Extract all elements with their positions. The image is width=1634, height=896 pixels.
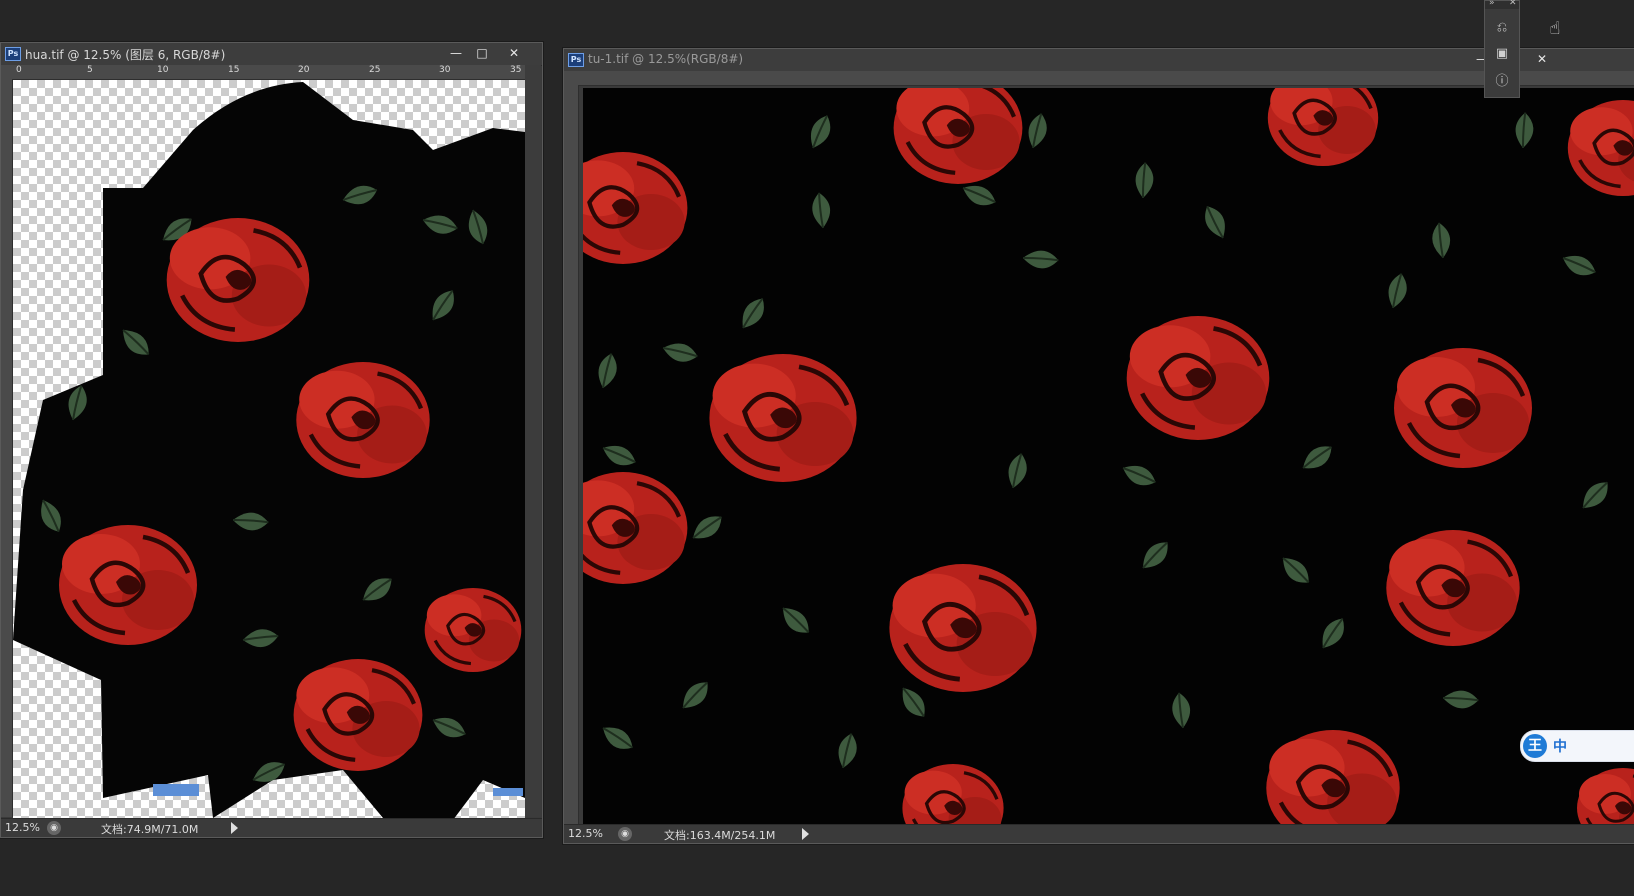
zoom-level[interactable]: 12.5% (568, 827, 603, 840)
horizontal-ruler[interactable] (578, 71, 1634, 86)
ruler-tick: 20 (298, 65, 310, 75)
document-size-info[interactable]: 文档:163.4M/254.1M (664, 827, 775, 843)
close-button[interactable]: ✕ (1530, 51, 1554, 68)
window-titlebar[interactable]: Ps hua.tif @ 12.5% (图层 6, RGB/8#) — □ ✕ (1, 43, 542, 66)
pattern-artwork (583, 88, 1634, 824)
vertical-scrollbar[interactable] (525, 65, 541, 817)
ruler-tick: 10 (157, 65, 169, 75)
zoom-level[interactable]: 12.5% (5, 821, 40, 834)
close-icon[interactable]: ✕ (1509, 0, 1517, 8)
blue-mark (153, 784, 199, 796)
document-canvas[interactable] (13, 80, 525, 818)
layer-artwork (13, 82, 525, 818)
side-panel-dock[interactable]: » ✕ ⎌ ▣ ⓘ (1484, 0, 1520, 98)
ps-icon: Ps (5, 47, 21, 61)
status-info-icon[interactable]: ◉ (618, 827, 632, 841)
ps-icon: Ps (568, 53, 584, 67)
status-arrow-icon[interactable] (231, 822, 238, 834)
window-titlebar[interactable]: Ps tu-1.tif @ 12.5%(RGB/8#) — ✕ (564, 49, 1634, 72)
ruler-tick: 25 (369, 65, 381, 75)
ime-mode-label[interactable]: 中 (1553, 736, 1567, 756)
panel-header[interactable]: » ✕ (1485, 0, 1519, 9)
ruler-tick: 0 (16, 65, 22, 75)
status-arrow-icon[interactable] (802, 828, 809, 840)
ime-toolbar[interactable]: 王 中 (1520, 730, 1634, 762)
status-info-icon[interactable]: ◉ (47, 821, 61, 835)
close-icon: ✕ (1536, 52, 1548, 66)
maximize-button[interactable]: □ (470, 45, 494, 62)
status-bar: 12.5% ◉ 文档:163.4M/254.1M (564, 824, 1634, 843)
document-window-hua[interactable]: Ps hua.tif @ 12.5% (图层 6, RGB/8#) — □ ✕ … (0, 42, 543, 838)
ruler-corner (564, 71, 578, 85)
ruler-tick: 35 (510, 65, 522, 75)
close-icon: ✕ (508, 46, 520, 60)
vertical-ruler[interactable] (564, 85, 579, 825)
properties-icon[interactable]: ▣ (1493, 45, 1511, 63)
window-title: hua.tif @ 12.5% (图层 6, RGB/8#) (25, 48, 226, 62)
info-icon[interactable]: ⓘ (1493, 73, 1511, 91)
document-size-info[interactable]: 文档:74.9M/71.0M (101, 821, 198, 837)
hand-tool-icon[interactable]: ☝ (1540, 14, 1570, 44)
document-canvas[interactable] (583, 88, 1634, 824)
blue-mark (493, 788, 523, 796)
artwork-shape (13, 82, 525, 818)
vertical-ruler[interactable] (1, 79, 13, 817)
horizontal-ruler[interactable]: 0 5 10 15 20 25 30 35 (13, 65, 525, 80)
document-window-tu[interactable]: Ps tu-1.tif @ 12.5%(RGB/8#) — ✕ 12.5% ◉ … (563, 48, 1634, 844)
history-icon[interactable]: ⎌ (1493, 19, 1511, 37)
minimize-icon: — (450, 46, 462, 60)
collapse-icon[interactable]: » (1489, 0, 1495, 8)
ruler-tick: 5 (87, 65, 93, 75)
window-title: tu-1.tif @ 12.5%(RGB/8#) (588, 52, 744, 66)
minimize-button[interactable]: — (444, 45, 468, 62)
status-bar: 12.5% ◉ 文档:74.9M/71.0M (1, 818, 542, 837)
maximize-icon: □ (476, 46, 488, 60)
ruler-tick: 30 (439, 65, 451, 75)
ruler-tick: 15 (228, 65, 240, 75)
ime-logo-icon: 王 (1523, 734, 1547, 758)
close-button[interactable]: ✕ (502, 45, 526, 62)
